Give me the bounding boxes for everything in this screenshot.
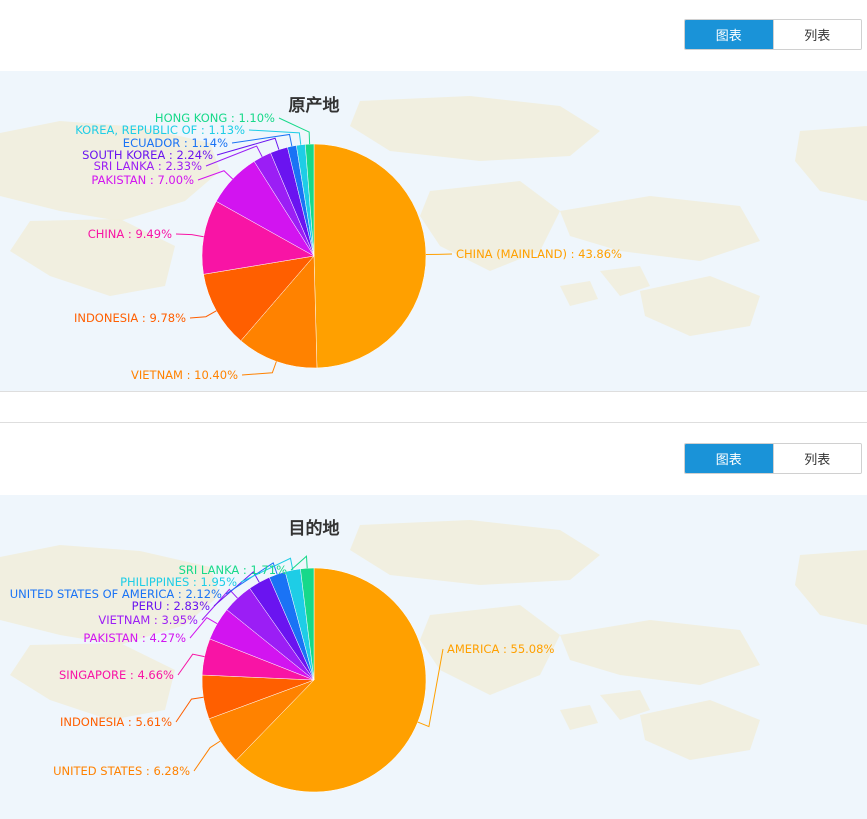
destination-chart-area: 目的地 AMERICA : 55.08% UNITED STATES : 6.28%… [0, 495, 867, 819]
slice-label: UNITED STATES : 6.28% [53, 764, 190, 778]
chart-view-button[interactable]: 图表 [685, 444, 773, 473]
slice-label: CHINA : 9.49% [88, 227, 172, 241]
slice-label: PHILIPPINES : 1.95% [120, 575, 237, 589]
slice-label: KOREA, REPUBLIC OF : 1.13% [75, 123, 245, 137]
slice-label: ECUADOR : 1.14% [123, 136, 228, 150]
slice-label: VIETNAM : 3.95% [98, 613, 198, 627]
slice-label: SINGAPORE : 4.66% [59, 668, 174, 682]
slice-label: PAKISTAN : 4.27% [83, 631, 186, 645]
view-toggle: 图表 列表 [684, 443, 862, 474]
slice-label: AMERICA : 55.08% [447, 642, 554, 656]
slice-label: SOUTH KOREA : 2.24% [82, 148, 213, 162]
slice-label: INDONESIA : 9.78% [74, 311, 186, 325]
slice-label: UNITED STATES OF AMERICA : 2.12% [10, 587, 222, 601]
chart-view-button[interactable]: 图表 [685, 20, 773, 49]
leader-line [278, 117, 311, 145]
view-toggle: 图表 列表 [684, 19, 862, 50]
slice-label: SRI LANKA : 1.71% [179, 563, 287, 577]
pie-slice[interactable] [313, 143, 427, 369]
leader-line [189, 310, 217, 319]
destination-panel: 图表 列表 目的地 AMERICA : 55.08% UNITED STATES :… [0, 423, 867, 819]
chart-title: 目的地 [289, 518, 340, 539]
origin-panel: 图表 列表 原产地 CHINA (MAINLAND) : 43.86% VIETNA… [0, 0, 867, 420]
leader-line [193, 740, 221, 772]
leader-line [248, 129, 302, 145]
leader-line [177, 653, 205, 676]
origin-pie-chart: 原产地 CHINA (MAINLAND) : 43.86% VIETNAM : 10… [0, 95, 867, 382]
origin-chart-area: 原产地 CHINA (MAINLAND) : 43.86% VIETNAM : 10… [0, 71, 867, 391]
leader-line [175, 696, 204, 723]
destination-pie-chart: 目的地 AMERICA : 55.08% UNITED STATES : 6.28%… [0, 518, 867, 793]
slice-label: INDONESIA : 5.61% [60, 715, 172, 729]
list-view-button[interactable]: 列表 [772, 444, 861, 473]
slice-label: VIETNAM : 10.40% [131, 368, 238, 382]
chart-title: 原产地 [289, 95, 340, 116]
slice-label: PAKISTAN : 7.00% [91, 173, 194, 187]
slice-label: CHINA (MAINLAND) : 43.86% [456, 247, 622, 261]
list-view-button[interactable]: 列表 [772, 20, 861, 49]
slice-label: PERU : 2.83% [132, 599, 210, 613]
leader-line [175, 233, 204, 238]
divider [0, 391, 867, 392]
leader-line [241, 361, 277, 376]
slice-label: HONG KONG : 1.10% [155, 111, 275, 125]
leader-line [290, 555, 308, 571]
leader-line [425, 253, 453, 256]
